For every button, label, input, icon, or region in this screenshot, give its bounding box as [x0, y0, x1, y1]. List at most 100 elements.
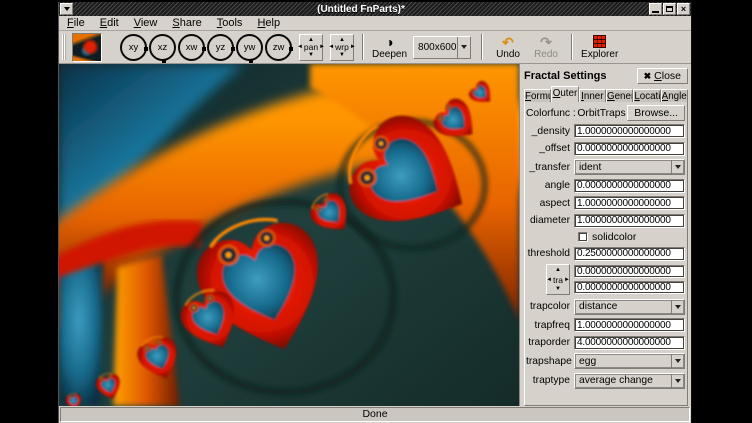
offset-input[interactable] — [574, 142, 685, 156]
tab-outer[interactable]: Outer — [551, 86, 578, 102]
warp-pad[interactable]: ▲ ◄ wrp ► ▼ — [330, 34, 354, 61]
window-menu-button[interactable] — [60, 3, 73, 15]
pan-pad[interactable]: ▲ ◄ pan ► ▼ — [299, 34, 323, 61]
trapcolor-value: distance — [575, 300, 671, 314]
solidcolor-checkbox[interactable] — [578, 232, 588, 242]
app-window: (Untitled FnParts)* × File Edit View Sha… — [58, 2, 692, 423]
explorer-button[interactable]: Explorer — [581, 32, 618, 62]
warp-right-icon[interactable]: ► — [350, 43, 356, 51]
trapcenter-x-input[interactable] — [574, 265, 685, 278]
deepen-icon: ◑ — [385, 34, 393, 49]
tab-formula[interactable]: Formula — [524, 89, 551, 102]
density-label: _density — [526, 126, 574, 137]
undo-button[interactable]: ↶ Undo — [491, 32, 525, 62]
trapcolor-label: trapcolor — [526, 301, 574, 312]
transfer-select[interactable]: ident — [574, 159, 685, 175]
yw-handle-dot-icon — [249, 59, 253, 63]
outer-tab-body: Colorfunc : OrbitTraps Browse... _densit… — [524, 102, 688, 406]
warp-left-icon[interactable]: ◄ — [328, 43, 334, 51]
rotate-yz-button[interactable]: yz — [207, 34, 234, 61]
density-input[interactable] — [574, 124, 685, 138]
traptype-select[interactable]: average change — [574, 373, 685, 389]
menu-file[interactable]: File — [67, 17, 85, 29]
trapfreq-input[interactable] — [574, 318, 685, 332]
maximize-button[interactable] — [663, 3, 676, 15]
trapcolor-select[interactable]: distance — [574, 299, 685, 315]
trapcolor-dropdown-arrow[interactable] — [671, 300, 684, 314]
angle-input[interactable] — [574, 179, 685, 193]
threshold-input[interactable] — [574, 247, 685, 261]
rotate-xw-button[interactable]: xw — [178, 34, 205, 61]
aspect-input[interactable] — [574, 196, 685, 210]
window-menu-icon — [64, 7, 70, 11]
rotate-xy-button[interactable]: xy — [120, 34, 147, 61]
tab-general[interactable]: General — [606, 89, 633, 102]
rotate-xz-button[interactable]: xz — [149, 34, 176, 61]
xz-handle-dot-icon — [162, 59, 166, 63]
trapcenter-pad-label: tra — [553, 276, 563, 284]
tab-angles[interactable]: Angles — [661, 89, 688, 102]
traptype-label: traptype — [526, 375, 574, 386]
trapcenter-y-input[interactable] — [574, 281, 685, 294]
rotate-yw-label: yw — [244, 42, 256, 53]
menu-share[interactable]: Share — [172, 17, 201, 29]
traporder-input[interactable] — [574, 336, 685, 350]
trapshape-select[interactable]: egg — [574, 353, 685, 369]
status-bar: Done — [60, 407, 690, 422]
tab-inner[interactable]: Inner — [579, 89, 606, 102]
trapshape-dropdown-arrow[interactable] — [671, 354, 684, 368]
rotate-yw-button[interactable]: yw — [236, 34, 263, 61]
toolbar-grip[interactable] — [62, 34, 66, 60]
rotate-xw-label: xw — [186, 42, 198, 53]
rotate-yz-label: yz — [216, 42, 226, 53]
close-icon: ✖ — [644, 71, 652, 82]
fractal-preview-thumbnail[interactable] — [72, 33, 102, 62]
trapshape-value: egg — [575, 354, 671, 368]
warp-down-icon[interactable]: ▼ — [339, 52, 345, 58]
deepen-button[interactable]: ◑ Deepen — [372, 32, 407, 62]
solidcolor-label: solidcolor — [592, 231, 636, 243]
trapcenter-left-icon[interactable]: ◄ — [546, 276, 552, 284]
minimize-button[interactable] — [649, 3, 662, 15]
fractal-image — [59, 64, 519, 406]
traptype-value: average change — [575, 374, 671, 388]
rotate-zw-label: zw — [273, 42, 285, 53]
menu-view[interactable]: View — [134, 17, 158, 29]
rotate-zw-button[interactable]: zw — [265, 34, 292, 61]
trapcenter-up-icon[interactable]: ▲ — [555, 267, 561, 273]
fractal-canvas[interactable] — [59, 64, 520, 406]
settings-tabs: Formula Outer Inner General Location Ang… — [524, 86, 688, 102]
traptype-dropdown-arrow[interactable] — [671, 374, 684, 388]
aspect-label: aspect — [526, 198, 574, 209]
menu-edit[interactable]: Edit — [100, 17, 119, 29]
trapcenter-right-icon[interactable]: ► — [564, 276, 570, 284]
chevron-down-icon — [675, 305, 681, 309]
close-panel-button[interactable]: ✖ Close — [637, 68, 688, 84]
explorer-label: Explorer — [581, 49, 618, 60]
trapfreq-label: trapfreq — [526, 320, 574, 331]
pan-left-icon[interactable]: ◄ — [297, 43, 303, 51]
angle-label: angle — [526, 180, 574, 191]
resolution-dropdown-arrow[interactable] — [457, 37, 470, 58]
menu-help[interactable]: Help — [257, 17, 280, 29]
chevron-down-icon — [675, 359, 681, 363]
redo-button[interactable]: ↷ Redo — [529, 32, 563, 62]
trapcenter-pad[interactable]: ▲ ◄ tra ► ▼ — [546, 264, 570, 295]
toolbar-separator — [571, 34, 573, 60]
traporder-label: traporder — [526, 337, 574, 348]
resolution-combo[interactable]: 800x600 — [413, 36, 471, 59]
browse-button[interactable]: Browse... — [627, 105, 685, 121]
close-window-button[interactable]: × — [677, 3, 690, 15]
trapcenter-down-icon[interactable]: ▼ — [555, 286, 561, 292]
transfer-label: _transfer — [526, 162, 574, 173]
menu-tools[interactable]: Tools — [217, 17, 243, 29]
pan-right-icon[interactable]: ► — [319, 43, 325, 51]
diameter-input[interactable] — [574, 214, 685, 228]
transfer-value: ident — [575, 160, 671, 174]
tab-location[interactable]: Location — [633, 89, 660, 102]
panel-title: Fractal Settings — [524, 70, 607, 82]
transfer-dropdown-arrow[interactable] — [671, 160, 684, 174]
rotate-xz-label: xz — [158, 42, 168, 53]
yz-handle-dot-icon — [231, 47, 235, 51]
pan-down-icon[interactable]: ▼ — [308, 52, 314, 58]
